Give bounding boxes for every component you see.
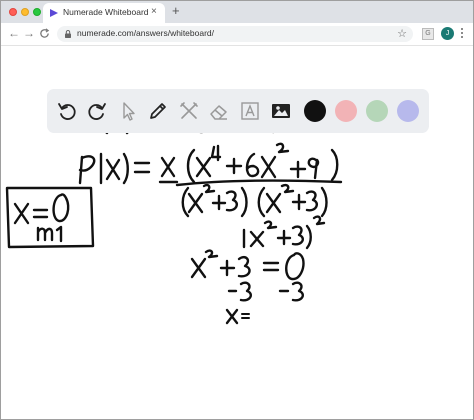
undo-icon[interactable]: [56, 100, 78, 122]
redo-icon[interactable]: [86, 100, 108, 122]
squared-term-strokes: [242, 215, 326, 250]
subtract-three-strokes: [227, 281, 304, 302]
back-button[interactable]: ←: [8, 26, 20, 40]
color-swatch-black[interactable]: [304, 100, 326, 122]
tab-numerade-whiteboard[interactable]: Numerade Whiteboard ×: [43, 3, 165, 23]
browser-window: Numerade Whiteboard × + ← → numerade.com…: [0, 0, 474, 420]
reload-icon[interactable]: [39, 28, 50, 39]
line-2-strokes: [78, 142, 343, 187]
forward-button[interactable]: →: [23, 26, 35, 40]
close-window-button[interactable]: [9, 8, 17, 16]
image-icon[interactable]: [270, 100, 292, 122]
denominator-strokes: [181, 183, 328, 218]
tab-strip: Numerade Whiteboard × +: [1, 1, 473, 23]
address-bar[interactable]: numerade.com/answers/whiteboard/ ☆: [57, 26, 413, 42]
tab-title: Numerade Whiteboard: [63, 7, 149, 17]
color-swatch-green[interactable]: [366, 100, 388, 122]
tab-close-icon[interactable]: ×: [151, 6, 157, 18]
lock-icon: [65, 30, 71, 38]
eraser-icon[interactable]: [208, 100, 230, 122]
extension-icon[interactable]: G: [422, 28, 434, 40]
new-tab-button[interactable]: +: [172, 4, 180, 18]
text-icon[interactable]: [239, 100, 261, 122]
whiteboard-tool-palette: [47, 89, 429, 133]
profile-avatar[interactable]: J: [441, 27, 454, 40]
tools-icon[interactable]: [178, 100, 200, 122]
equation-strokes: [190, 249, 305, 281]
bookmark-star-icon[interactable]: ☆: [397, 27, 407, 41]
whiteboard-canvas[interactable]: [1, 46, 473, 419]
color-swatch-purple[interactable]: [397, 100, 419, 122]
partial-x-strokes: [225, 308, 250, 325]
numerade-favicon-icon: [50, 9, 58, 17]
boxed-answer-strokes: [5, 186, 95, 249]
pointer-icon[interactable]: [117, 100, 139, 122]
color-swatch-pink[interactable]: [335, 100, 357, 122]
minimize-window-button[interactable]: [21, 8, 29, 16]
browser-menu-icon[interactable]: [460, 27, 464, 41]
maximize-window-button[interactable]: [33, 8, 41, 16]
browser-toolbar: ← → numerade.com/answers/whiteboard/ ☆ G…: [1, 23, 473, 46]
url-text: numerade.com/answers/whiteboard/: [77, 28, 215, 38]
pen-icon[interactable]: [147, 100, 169, 122]
